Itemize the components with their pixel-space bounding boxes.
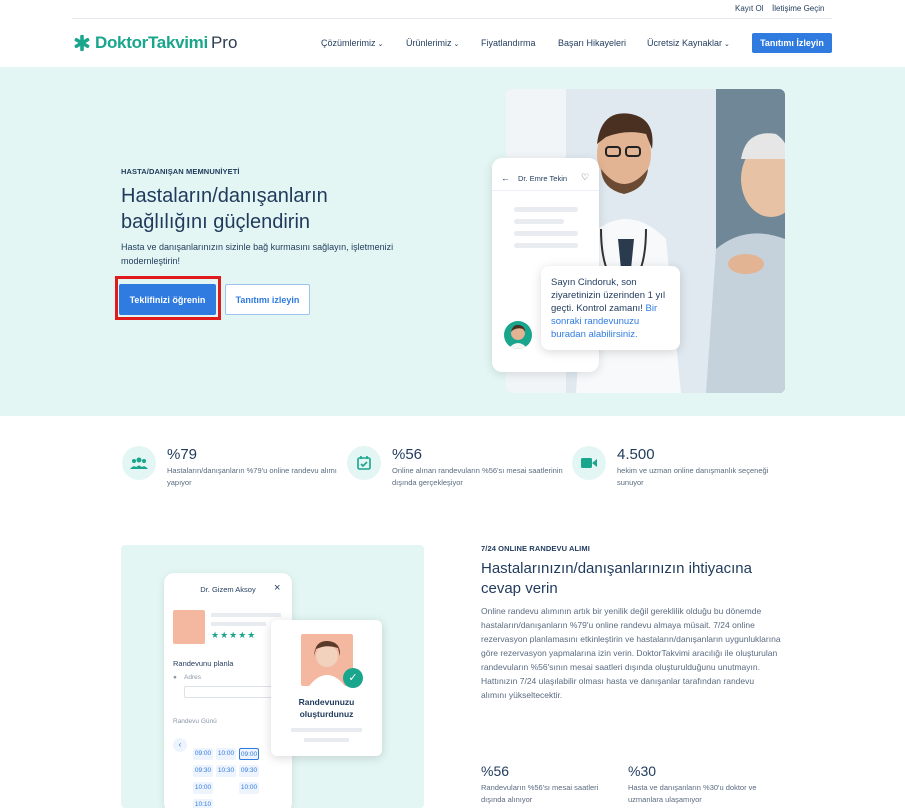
users-icon: [122, 446, 156, 480]
stat-text: hekim ve uzman online danışmanlık seçene…: [617, 466, 769, 487]
hero-subtitle: Hasta ve danışanlarınızın sizinle bağ ku…: [121, 242, 394, 266]
heart-icon: ♡: [581, 172, 590, 182]
bottom-stat-value: %56: [481, 763, 510, 779]
mock-plan-label: Randevunu planla: [173, 659, 234, 668]
feature-body: Online randevu alımının artık bir yenili…: [481, 606, 781, 700]
chevron-down-icon: ⌄: [377, 41, 384, 48]
placeholder-line: [514, 207, 578, 212]
nav-item-pricing[interactable]: Fiyatlandırma: [481, 38, 536, 48]
stat-value: %56: [392, 446, 423, 463]
reminder-message: Sayın Cindoruk, son ziyaretinizin üzerin…: [541, 266, 680, 350]
nav-item-free-resources[interactable]: Ücretsiz Kaynaklar ⌄: [647, 38, 730, 48]
address-select[interactable]: [184, 686, 278, 698]
placeholder-line: [211, 622, 266, 626]
hero-title: Hastaların/danışanların bağlılığını güçl…: [121, 183, 421, 235]
logo-star-icon: [74, 34, 90, 52]
placeholder-line: [211, 613, 281, 617]
nav-item-label: Ücretsiz Kaynaklar: [647, 38, 723, 48]
confirmation-text: Randevunuzu oluşturdunuz: [298, 697, 355, 719]
stat-value: 4.500: [617, 446, 655, 463]
phone-doctor-name: Dr. Emre Tekin: [518, 174, 568, 183]
back-arrow-icon: ←: [501, 173, 510, 183]
calendar-check-icon: [347, 446, 381, 480]
nav-item-solutions[interactable]: Çözümlerimiz ⌄: [321, 38, 383, 48]
time-slot[interactable]: 10:10: [193, 799, 213, 808]
placeholder-line: [514, 219, 564, 224]
chevron-down-icon: ⌄: [453, 41, 460, 48]
placeholder-line: [291, 728, 362, 732]
map-pin-icon: ●: [173, 674, 177, 681]
check-icon: ✓: [343, 668, 363, 688]
time-slot[interactable]: 10:00: [193, 782, 213, 794]
main-nav: DoktorTakvimi Pro Çözümlerimiz ⌄ Ürünleri…: [0, 19, 905, 67]
hero-title-line2: bağlılığını güçlendirin: [121, 211, 311, 233]
nav-item-label: Ürünlerimiz: [406, 38, 452, 48]
nav-item-label: Başarı Hikayeleri: [558, 38, 627, 48]
time-slot[interactable]: 09:30: [239, 765, 259, 777]
get-quote-button[interactable]: Teklifinizi öğrenin: [119, 284, 216, 315]
divider: [492, 190, 599, 191]
stat-text: Online alınan randevuların %56'sı mesai …: [392, 466, 563, 487]
hero-section: HASTA/DANIŞAN MEMNUNİYETİ Hastaların/dan…: [0, 67, 905, 416]
signup-link[interactable]: Kayıt Ol: [735, 4, 763, 13]
hero-eyebrow: HASTA/DANIŞAN MEMNUNİYETİ: [121, 167, 240, 176]
time-slot[interactable]: 10:00: [239, 782, 259, 794]
booking-illustration: Dr. Gizem Aksoy × ★★★★★ Randevunu planla…: [121, 545, 424, 808]
rating-stars-icon: ★★★★★: [211, 630, 257, 640]
video-icon: [572, 446, 606, 480]
avatar-illustration: [508, 324, 528, 349]
stat-value: %79: [167, 446, 198, 463]
chevron-left-icon[interactable]: ‹: [173, 738, 187, 752]
bottom-stat-text: Hasta ve danışanların %30'u doktor ve uz…: [628, 783, 757, 804]
placeholder-line: [514, 243, 578, 248]
placeholder-line: [304, 738, 349, 742]
avatar: [504, 321, 532, 349]
nav-item-label: Fiyatlandırma: [481, 38, 536, 48]
time-slot[interactable]: 09:30: [193, 765, 213, 777]
feature-eyebrow: 7/24 ONLINE RANDEVU ALIMI: [481, 544, 590, 553]
hero-title-line1: Hastaların/danışanların: [121, 185, 328, 207]
mock-address-label: Adres: [184, 674, 201, 681]
time-slot[interactable]: 10:30: [216, 765, 236, 777]
logo[interactable]: DoktorTakvimi Pro: [73, 33, 237, 53]
logo-pro: Pro: [210, 33, 238, 52]
bottom-stat-text: Randevuların %56'sı mesai saatleri dışın…: [481, 783, 599, 804]
time-slot[interactable]: 10:00: [216, 748, 236, 760]
watch-demo-secondary-button[interactable]: Tanıtımı izleyin: [225, 284, 310, 315]
nav-item-products[interactable]: Ürünlerimiz ⌄: [406, 38, 459, 48]
logo-text: DoktorTakvimi: [95, 33, 208, 52]
top-bar: Kayıt Ol İletişime Geçin: [0, 0, 905, 18]
bottom-stat-value: %30: [628, 763, 657, 779]
time-slot[interactable]: 09:00: [193, 748, 213, 760]
watch-demo-button[interactable]: Tanıtımı İzleyin: [752, 33, 832, 53]
nav-item-label: Çözümlerimiz: [321, 38, 376, 48]
time-slot[interactable]: 09:00: [239, 748, 259, 760]
feature-title: Hastalarınızın/danışanlarınızın ihtiyacı…: [481, 560, 752, 597]
doctor-photo: [173, 610, 205, 644]
mock-day-label: Randevu Günü: [173, 718, 217, 725]
placeholder-line: [514, 231, 578, 236]
confirmation-card: ✓ Randevunuzu oluşturdunuz: [271, 620, 382, 756]
contact-link[interactable]: İletişime Geçin: [772, 4, 824, 13]
close-icon: ×: [274, 582, 281, 594]
nav-item-success-stories[interactable]: Başarı Hikayeleri: [558, 38, 626, 48]
stat-text: Hastaların/danışanların %79'u online ran…: [167, 466, 337, 487]
chevron-down-icon: ⌄: [724, 41, 730, 48]
mock-doctor-name: Dr. Gizem Aksoy: [200, 585, 256, 594]
